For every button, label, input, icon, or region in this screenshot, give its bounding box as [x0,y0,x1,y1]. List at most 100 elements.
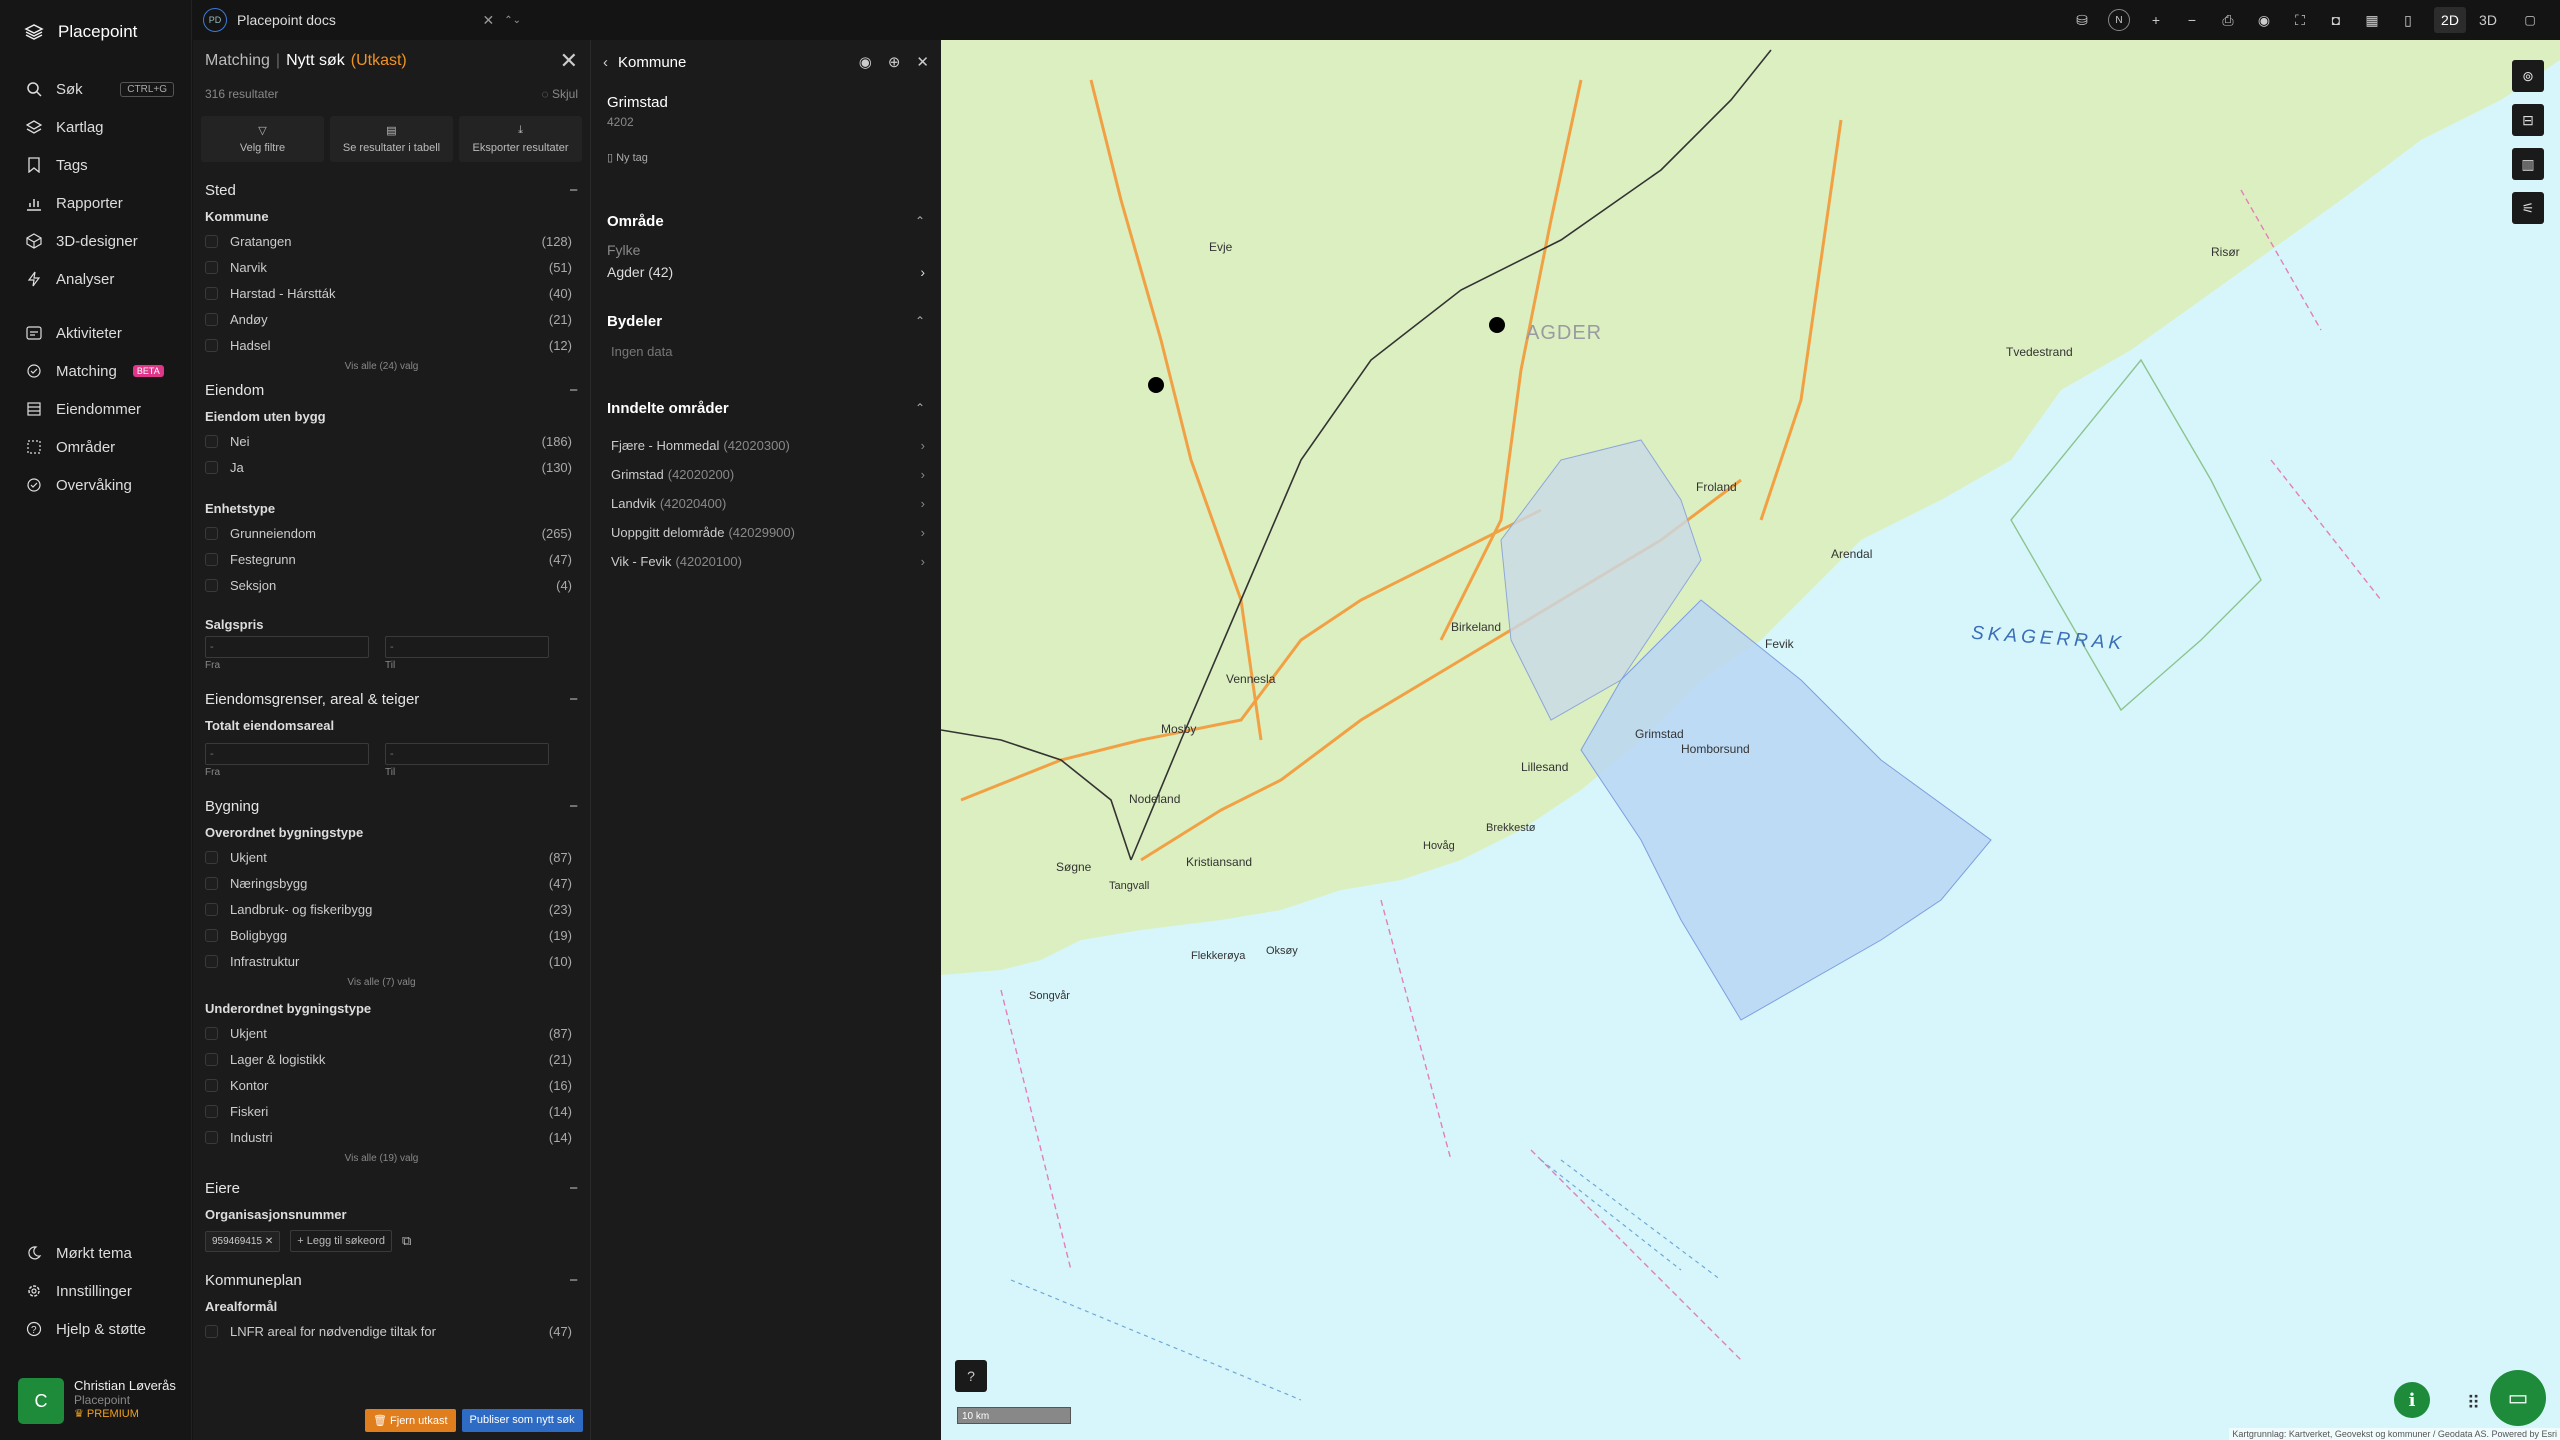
area-row[interactable]: Fjære - Hommedal (42020300) › [591,431,941,460]
area-to-input[interactable] [385,743,549,765]
grid-dots-icon[interactable]: ⠿ [2467,1393,2480,1414]
document-tab[interactable]: PD Placepoint docs ✕ ⌃⌄ [203,6,521,34]
collapse-icon[interactable]: − [569,182,578,199]
checkbox[interactable] [205,526,218,540]
checkbox[interactable] [205,234,218,248]
mode-3d-button[interactable]: 3D [2472,7,2504,33]
checkbox[interactable] [205,902,218,916]
filter-option[interactable]: Boligbygg (19) [193,922,590,948]
publish-button[interactable]: Publiser som nytt søk [461,1409,583,1432]
checkbox[interactable] [205,928,218,942]
section-inndelte[interactable]: Inndelte områder ⌃ [591,393,941,423]
select-filters-button[interactable]: ▽ Velg filtre [201,116,324,162]
filter-option[interactable]: Kontor (16) [193,1072,590,1098]
section-grenser[interactable]: Eiendomsgrenser, areal & teiger − [193,685,590,713]
section-sted[interactable]: Sted − [193,176,590,204]
sidebar-item-omrader[interactable]: Områder [0,428,192,466]
app-logo[interactable]: Placepoint [24,22,137,42]
collapse-icon[interactable]: − [569,382,578,399]
filter-option[interactable]: LNFR areal for nødvendige tiltak for (47) [193,1318,590,1344]
sidebar-item-search[interactable]: Søk CTRL+G [0,70,192,108]
close-icon[interactable]: ✕ [916,53,929,71]
checkbox[interactable] [205,1078,218,1092]
export-button[interactable]: ⤓ Eksporter resultater [459,116,582,162]
chevron-up-icon[interactable]: ⌃ [915,314,925,328]
filter-option[interactable]: Ukjent (87) [193,1020,590,1046]
print-icon[interactable]: ⎙ [2218,12,2238,29]
remove-icon[interactable]: ✕ [265,1236,273,1247]
new-tag-button[interactable]: ▯ Ny tag [591,151,941,164]
close-icon[interactable]: ✕ [483,12,495,29]
user-profile[interactable]: C Christian Løverås Placepoint ♛ PREMIUM [18,1378,176,1424]
checkbox[interactable] [205,460,218,474]
table-view-button[interactable]: ▤ Se resultater i tabell [330,116,453,162]
chat-button[interactable]: ▭ [2490,1370,2546,1426]
zoom-in-icon[interactable]: + [2146,12,2166,28]
eye-icon[interactable]: ◉ [859,53,872,71]
map-layers-button[interactable]: ⊚ [2512,60,2544,92]
checkbox[interactable] [205,552,218,566]
filter-option[interactable]: Fiskeri (14) [193,1098,590,1124]
section-omrade[interactable]: Område ⌃ [591,206,941,236]
checkbox[interactable] [205,850,218,864]
price-to-input[interactable] [385,636,549,658]
sidebar-item-help[interactable]: ? Hjelp & støtte [0,1310,192,1348]
area-row[interactable]: Uoppgitt delområde (42029900) › [591,518,941,547]
chevron-updown-icon[interactable]: ⌃⌄ [504,15,521,26]
stats-button[interactable]: ▥ [2512,148,2544,180]
breadcrumb[interactable]: Matching [205,52,270,70]
checkbox[interactable] [205,1130,218,1144]
filter-option[interactable]: Narvik (51) [193,254,590,280]
filter-option[interactable]: Gratangen (128) [193,228,590,254]
section-eiere[interactable]: Eiere − [193,1174,590,1202]
filter-option[interactable]: Hadsel (12) [193,332,590,358]
target-icon[interactable]: ⊕ [888,53,901,71]
sidebar-item-kartlag[interactable]: Kartlag [0,108,192,146]
camera-icon[interactable]: ◘ [2326,12,2346,28]
filter-option[interactable]: Ja (130) [193,454,590,480]
sidebar-item-3d-designer[interactable]: 3D-designer [0,222,192,260]
collapse-icon[interactable]: − [569,1180,578,1197]
price-from-input[interactable] [205,636,369,658]
area-from-input[interactable] [205,743,369,765]
close-icon[interactable]: ✕ [560,48,578,74]
checkbox[interactable] [205,1052,218,1066]
area-row[interactable]: Grimstad (42020200) › [591,460,941,489]
collapse-icon[interactable]: − [569,691,578,708]
area-row[interactable]: Landvik (42020400) › [591,489,941,518]
checkbox[interactable] [205,1026,218,1040]
fullscreen-icon[interactable]: ⛶ [2290,12,2310,29]
checkbox[interactable] [205,578,218,592]
filter-option[interactable]: Ukjent (87) [193,844,590,870]
sidebar-item-overvaking[interactable]: Overvåking [0,466,192,504]
compass-button[interactable]: N [2108,9,2130,31]
checkbox[interactable] [205,286,218,300]
section-bygning[interactable]: Bygning − [193,792,590,820]
fylke-row[interactable]: Agder (42) › [591,258,941,286]
sidebar-item-eiendommer[interactable]: Eiendommer [0,390,192,428]
chevron-up-icon[interactable]: ⌃ [915,214,925,228]
area-row[interactable]: Vik - Fevik (42020100) › [591,547,941,576]
more-icon[interactable]: ▢ [2520,13,2540,27]
checkbox[interactable] [205,260,218,274]
map-canvas[interactable]: AGDER SKAGERRAK Kristiansand Grimstad Ar… [941,40,2560,1440]
copy-icon[interactable]: ⧉ [402,1233,411,1249]
filter-option[interactable]: Festegrunn (47) [193,546,590,572]
checkbox[interactable] [205,876,218,890]
checkbox[interactable] [205,312,218,326]
filter-option[interactable]: Industri (14) [193,1124,590,1150]
collapse-icon[interactable]: − [569,1272,578,1289]
checkbox[interactable] [205,1324,218,1338]
checkbox[interactable] [205,1104,218,1118]
hide-button[interactable]: ◌ Skjul [542,87,578,101]
eye-icon[interactable]: ◉ [2254,12,2274,29]
sidebar-item-matching[interactable]: Matching BETA [0,352,192,390]
remove-draft-button[interactable]: 🗑︎ Fjern utkast [365,1409,456,1432]
sidebar-item-analyser[interactable]: Analyser [0,260,192,298]
help-button[interactable]: ? [955,1360,987,1392]
section-kommuneplan[interactable]: Kommuneplan − [193,1266,590,1294]
filter-option[interactable]: Harstad - Hárstták (40) [193,280,590,306]
show-all-link[interactable]: Vis alle (7) valg [193,974,590,992]
filter-option[interactable]: Lager & logistikk (21) [193,1046,590,1072]
orgnr-chip[interactable]: 959469415 ✕ [205,1230,281,1252]
